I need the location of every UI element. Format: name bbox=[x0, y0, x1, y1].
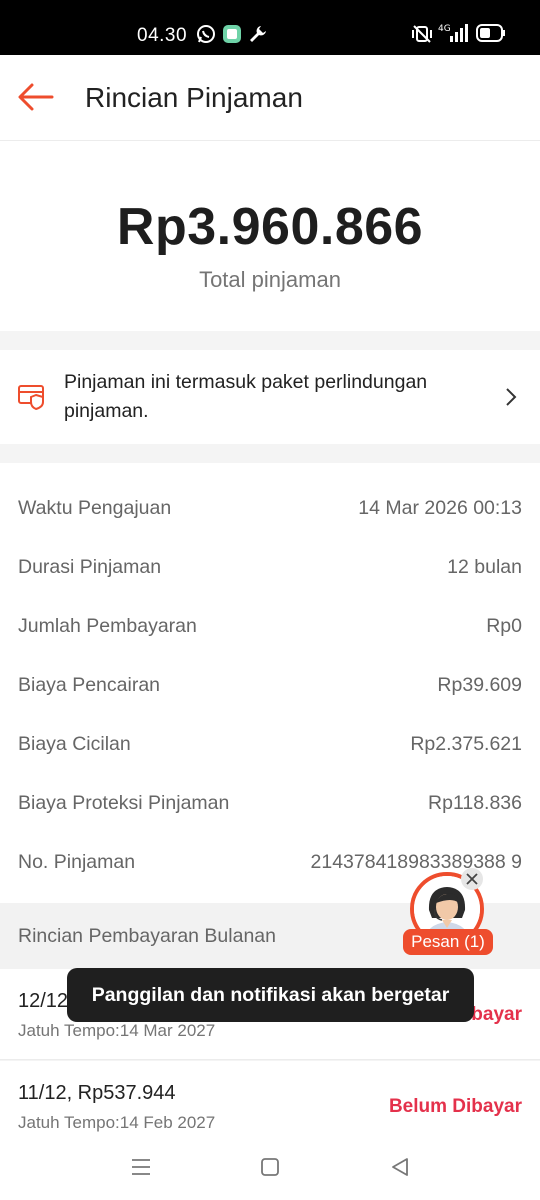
close-icon[interactable] bbox=[461, 868, 483, 890]
home-icon[interactable] bbox=[259, 1156, 281, 1183]
loan-details: Waktu Pengajuan 14 Mar 2026 00:13 Durasi… bbox=[0, 463, 540, 903]
installment-due-date: Jatuh Tempo:14 Feb 2027 bbox=[18, 1113, 216, 1132]
back-icon[interactable] bbox=[389, 1156, 411, 1183]
monthly-breakdown-title: Rincian Pembayaran Bulanan bbox=[18, 925, 276, 947]
vibrate-icon bbox=[410, 24, 434, 49]
chevron-right-icon[interactable] bbox=[504, 386, 518, 413]
installment-row[interactable]: 11/12, Rp537.944 Jatuh Tempo:14 Feb 2027… bbox=[0, 1061, 540, 1152]
signal-4g-icon: 4G bbox=[438, 22, 470, 49]
detail-key: Biaya Pencairan bbox=[18, 674, 161, 696]
menu-icon[interactable] bbox=[130, 1156, 152, 1183]
detail-value: Rp0 bbox=[486, 615, 522, 637]
detail-row-disbursement-fee: Biaya Pencairan Rp39.609 bbox=[0, 654, 540, 713]
whatsapp-icon bbox=[196, 24, 216, 49]
detail-key: Jumlah Pembayaran bbox=[18, 615, 197, 637]
detail-key: Durasi Pinjaman bbox=[18, 556, 162, 578]
detail-value: Rp2.375.621 bbox=[410, 733, 522, 755]
detail-value: Rp39.609 bbox=[437, 674, 522, 696]
detail-row-protection-fee: Biaya Proteksi Pinjaman Rp118.836 bbox=[0, 772, 540, 831]
system-nav-bar bbox=[0, 1140, 540, 1200]
app-icon bbox=[222, 24, 242, 49]
protection-text: Pinjaman ini termasuk paket perlindungan… bbox=[64, 371, 428, 422]
installment-title: 12/12 bbox=[18, 990, 69, 1012]
installment-title: 11/12, Rp537.944 bbox=[18, 1082, 176, 1104]
total-loan-amount: Rp3.960.866 bbox=[116, 198, 424, 256]
installment-status: Belum Dibayar bbox=[388, 1096, 522, 1117]
toast-message: Panggilan dan notifikasi akan bergetar bbox=[67, 968, 474, 1022]
detail-row-submission-time: Waktu Pengajuan 14 Mar 2026 00:13 bbox=[0, 477, 540, 536]
chat-label[interactable]: Pesan (1) bbox=[403, 929, 493, 955]
card-shield-icon bbox=[18, 384, 46, 415]
detail-value: 12 bulan bbox=[447, 556, 522, 578]
page-title: Rincian Pinjaman bbox=[85, 82, 303, 113]
battery-icon bbox=[476, 24, 506, 47]
detail-key: Biaya Proteksi Pinjaman bbox=[18, 792, 230, 814]
detail-key: Biaya Cicilan bbox=[18, 733, 131, 755]
network-label: 4G bbox=[438, 24, 451, 34]
app-bar: Rincian Pinjaman bbox=[0, 55, 540, 141]
wrench-icon bbox=[248, 24, 268, 49]
detail-row-installment-fee: Biaya Cicilan Rp2.375.621 bbox=[0, 713, 540, 772]
installment-due-date: Jatuh Tempo:14 Mar 2027 bbox=[18, 1021, 216, 1040]
status-bar: 04.30 4G bbox=[0, 0, 540, 55]
chat-widget[interactable]: Pesan (1) bbox=[400, 868, 496, 960]
status-time: 04.30 bbox=[137, 25, 188, 46]
arrow-left-icon[interactable] bbox=[16, 77, 56, 117]
protection-banner[interactable]: Pinjaman ini termasuk paket perlindungan… bbox=[0, 350, 540, 444]
detail-value: 14 Mar 2026 00:13 bbox=[358, 497, 522, 519]
detail-row-duration: Durasi Pinjaman 12 bulan bbox=[0, 536, 540, 595]
detail-key: Waktu Pengajuan bbox=[18, 497, 172, 519]
detail-row-payment-amount: Jumlah Pembayaran Rp0 bbox=[0, 595, 540, 654]
detail-key: No. Pinjaman bbox=[18, 851, 136, 873]
detail-value: Rp118.836 bbox=[428, 792, 522, 814]
loan-summary: Rp3.960.866 Total pinjaman bbox=[0, 141, 540, 331]
total-loan-label: Total pinjaman bbox=[199, 267, 341, 292]
